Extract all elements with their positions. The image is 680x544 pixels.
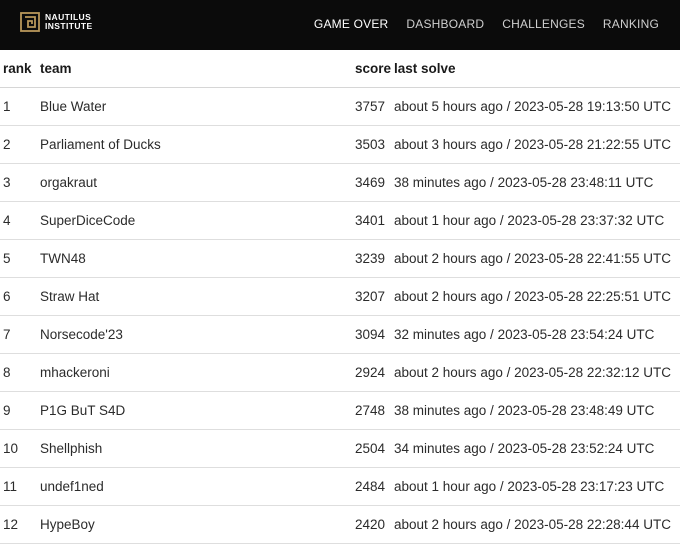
score-cell: 2924 (355, 353, 394, 392)
score-cell: 3757 (355, 87, 394, 126)
rank-cell: 8 (0, 353, 40, 392)
table-header-row: rank team score last solve (0, 50, 680, 88)
rank-cell: 4 (0, 201, 40, 240)
team-cell: Blue Water (40, 87, 355, 126)
last-solve-cell: about 1 hour ago / 2023-05-28 23:17:23 U… (394, 467, 680, 506)
team-name-link[interactable]: SuperDiceCode (40, 213, 135, 228)
last-solve-cell: about 5 hours ago / 2023-05-28 19:13:50 … (394, 87, 680, 126)
nautilus-square-logo-icon (20, 12, 40, 32)
score-cell: 3401 (355, 201, 394, 240)
last-solve-cell: about 2 hours ago / 2023-05-28 22:28:44 … (394, 505, 680, 544)
nav-ranking[interactable]: RANKING (603, 17, 659, 31)
team-name-link[interactable]: undef1ned (40, 479, 104, 494)
nav-challenges[interactable]: CHALLENGES (502, 17, 585, 31)
team-name-link[interactable]: Blue Water (40, 99, 106, 114)
header-team: team (40, 50, 355, 88)
table-row: 5 TWN48 3239 about 2 hours ago / 2023-05-28… (0, 239, 680, 278)
score-cell: 3094 (355, 315, 394, 354)
team-cell: Straw Hat (40, 277, 355, 316)
header-last-solve: last solve (394, 50, 680, 88)
rank-cell: 5 (0, 239, 40, 278)
rank-cell: 9 (0, 391, 40, 430)
team-cell: SuperDiceCode (40, 201, 355, 240)
rank-cell: 6 (0, 277, 40, 316)
last-solve-cell: 34 minutes ago / 2023-05-28 23:52:24 UTC (394, 429, 680, 468)
main-nav: GAME OVER DASHBOARD CHALLENGES RANKING (296, 17, 659, 31)
header-rank: rank (0, 50, 40, 88)
team-name-link[interactable]: Parliament of Ducks (40, 137, 161, 152)
score-cell: 3503 (355, 125, 394, 164)
brand-name: NAUTILUS INSTITUTE (45, 12, 93, 32)
team-name-link[interactable]: Straw Hat (40, 289, 99, 304)
team-cell: orgakraut (40, 163, 355, 202)
table-row: 2 Parliament of Ducks 3503 about 3 hours ag… (0, 125, 680, 164)
score-cell: 3469 (355, 163, 394, 202)
table-row: 9 P1G BuT S4D 2748 38 minutes ago / 2023-05… (0, 391, 680, 430)
score-cell: 2748 (355, 391, 394, 430)
brand-line-2: INSTITUTE (45, 21, 93, 31)
table-row: 6 Straw Hat 3207 about 2 hours ago / 2023-0… (0, 277, 680, 316)
last-solve-cell: about 2 hours ago / 2023-05-28 22:41:55 … (394, 239, 680, 278)
last-solve-cell: 32 minutes ago / 2023-05-28 23:54:24 UTC (394, 315, 680, 354)
header-score: score (355, 50, 394, 88)
rank-cell: 11 (0, 467, 40, 506)
last-solve-cell: about 2 hours ago / 2023-05-28 22:32:12 … (394, 353, 680, 392)
last-solve-cell: about 3 hours ago / 2023-05-28 21:22:55 … (394, 125, 680, 164)
rank-cell: 10 (0, 429, 40, 468)
team-cell: P1G BuT S4D (40, 391, 355, 430)
nav-dashboard[interactable]: DASHBOARD (406, 17, 484, 31)
table-row: 3 orgakraut 3469 38 minutes ago / 2023-05-2… (0, 163, 680, 202)
team-name-link[interactable]: Norsecode'23 (40, 327, 123, 342)
table-row: 7 Norsecode'23 3094 32 minutes ago / 2023-0… (0, 315, 680, 354)
team-cell: Shellphish (40, 429, 355, 468)
ranking-table-body: 1 Blue Water 3757 about 5 hours ago / 2023-… (0, 87, 680, 544)
team-cell: mhackeroni (40, 353, 355, 392)
brand-home-link[interactable]: NAUTILUS INSTITUTE (20, 12, 93, 32)
score-cell: 2484 (355, 467, 394, 506)
team-name-link[interactable]: HypeBoy (40, 517, 95, 532)
table-row: 1 Blue Water 3757 about 5 hours ago / 2023-… (0, 87, 680, 126)
team-name-link[interactable]: mhackeroni (40, 365, 110, 380)
nav-game-over[interactable]: GAME OVER (314, 17, 388, 31)
rank-cell: 3 (0, 163, 40, 202)
last-solve-cell: 38 minutes ago / 2023-05-28 23:48:11 UTC (394, 163, 680, 202)
rank-cell: 1 (0, 87, 40, 126)
rank-cell: 7 (0, 315, 40, 354)
team-cell: Parliament of Ducks (40, 125, 355, 164)
table-row: 8 mhackeroni 2924 about 2 hours ago / 2023-… (0, 353, 680, 392)
table-row: 12 HypeBoy 2420 about 2 hours ago / 2023-05… (0, 505, 680, 544)
score-cell: 2420 (355, 505, 394, 544)
team-cell: HypeBoy (40, 505, 355, 544)
team-cell: Norsecode'23 (40, 315, 355, 354)
last-solve-cell: about 1 hour ago / 2023-05-28 23:37:32 U… (394, 201, 680, 240)
team-name-link[interactable]: P1G BuT S4D (40, 403, 125, 418)
score-cell: 3207 (355, 277, 394, 316)
rank-cell: 2 (0, 125, 40, 164)
last-solve-cell: 38 minutes ago / 2023-05-28 23:48:49 UTC (394, 391, 680, 430)
ranking-table: rank team score last solve 1 Blue Water 37… (0, 50, 680, 544)
score-cell: 3239 (355, 239, 394, 278)
table-row: 11 undef1ned 2484 about 1 hour ago / 2023-0… (0, 467, 680, 506)
team-name-link[interactable]: orgakraut (40, 175, 97, 190)
table-row: 4 SuperDiceCode 3401 about 1 hour ago / 202… (0, 201, 680, 240)
team-name-link[interactable]: TWN48 (40, 251, 86, 266)
last-solve-cell: about 2 hours ago / 2023-05-28 22:25:51 … (394, 277, 680, 316)
rank-cell: 12 (0, 505, 40, 544)
team-cell: undef1ned (40, 467, 355, 506)
table-row: 10 Shellphish 2504 34 minutes ago / 2023-05… (0, 429, 680, 468)
score-cell: 2504 (355, 429, 394, 468)
team-name-link[interactable]: Shellphish (40, 441, 102, 456)
top-navbar: NAUTILUS INSTITUTE GAME OVER DASHBOARD C… (0, 0, 680, 50)
team-cell: TWN48 (40, 239, 355, 278)
